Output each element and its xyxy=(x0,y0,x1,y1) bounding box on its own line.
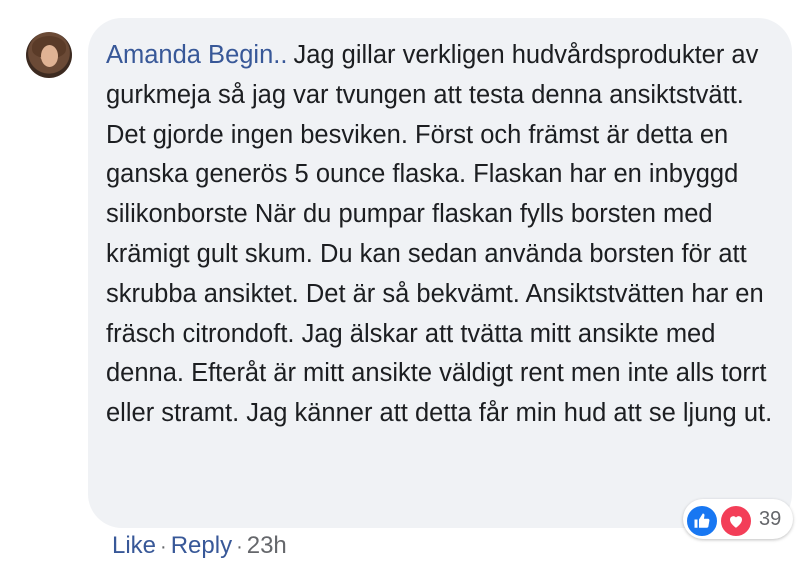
separator: · xyxy=(160,536,167,558)
avatar-face xyxy=(41,45,58,67)
love-icon xyxy=(719,504,753,538)
comment-actions: Like · Reply · 23h xyxy=(112,532,287,560)
reactions-summary[interactable]: 39 xyxy=(683,499,793,539)
avatar[interactable] xyxy=(26,32,72,78)
like-icon xyxy=(685,504,719,538)
reaction-count: 39 xyxy=(759,508,782,530)
comment-body: Amanda Begin.. Jag gillar verkligen hudvå… xyxy=(106,36,776,434)
comment-text: Jag gillar verkligen hudvårdsprodukter a… xyxy=(106,41,773,428)
separator: · xyxy=(236,536,243,558)
timestamp[interactable]: 23h xyxy=(247,532,287,559)
like-button[interactable]: Like xyxy=(112,532,156,559)
reply-button[interactable]: Reply xyxy=(171,532,232,559)
comment-author[interactable]: Amanda Begin.. xyxy=(106,41,287,69)
